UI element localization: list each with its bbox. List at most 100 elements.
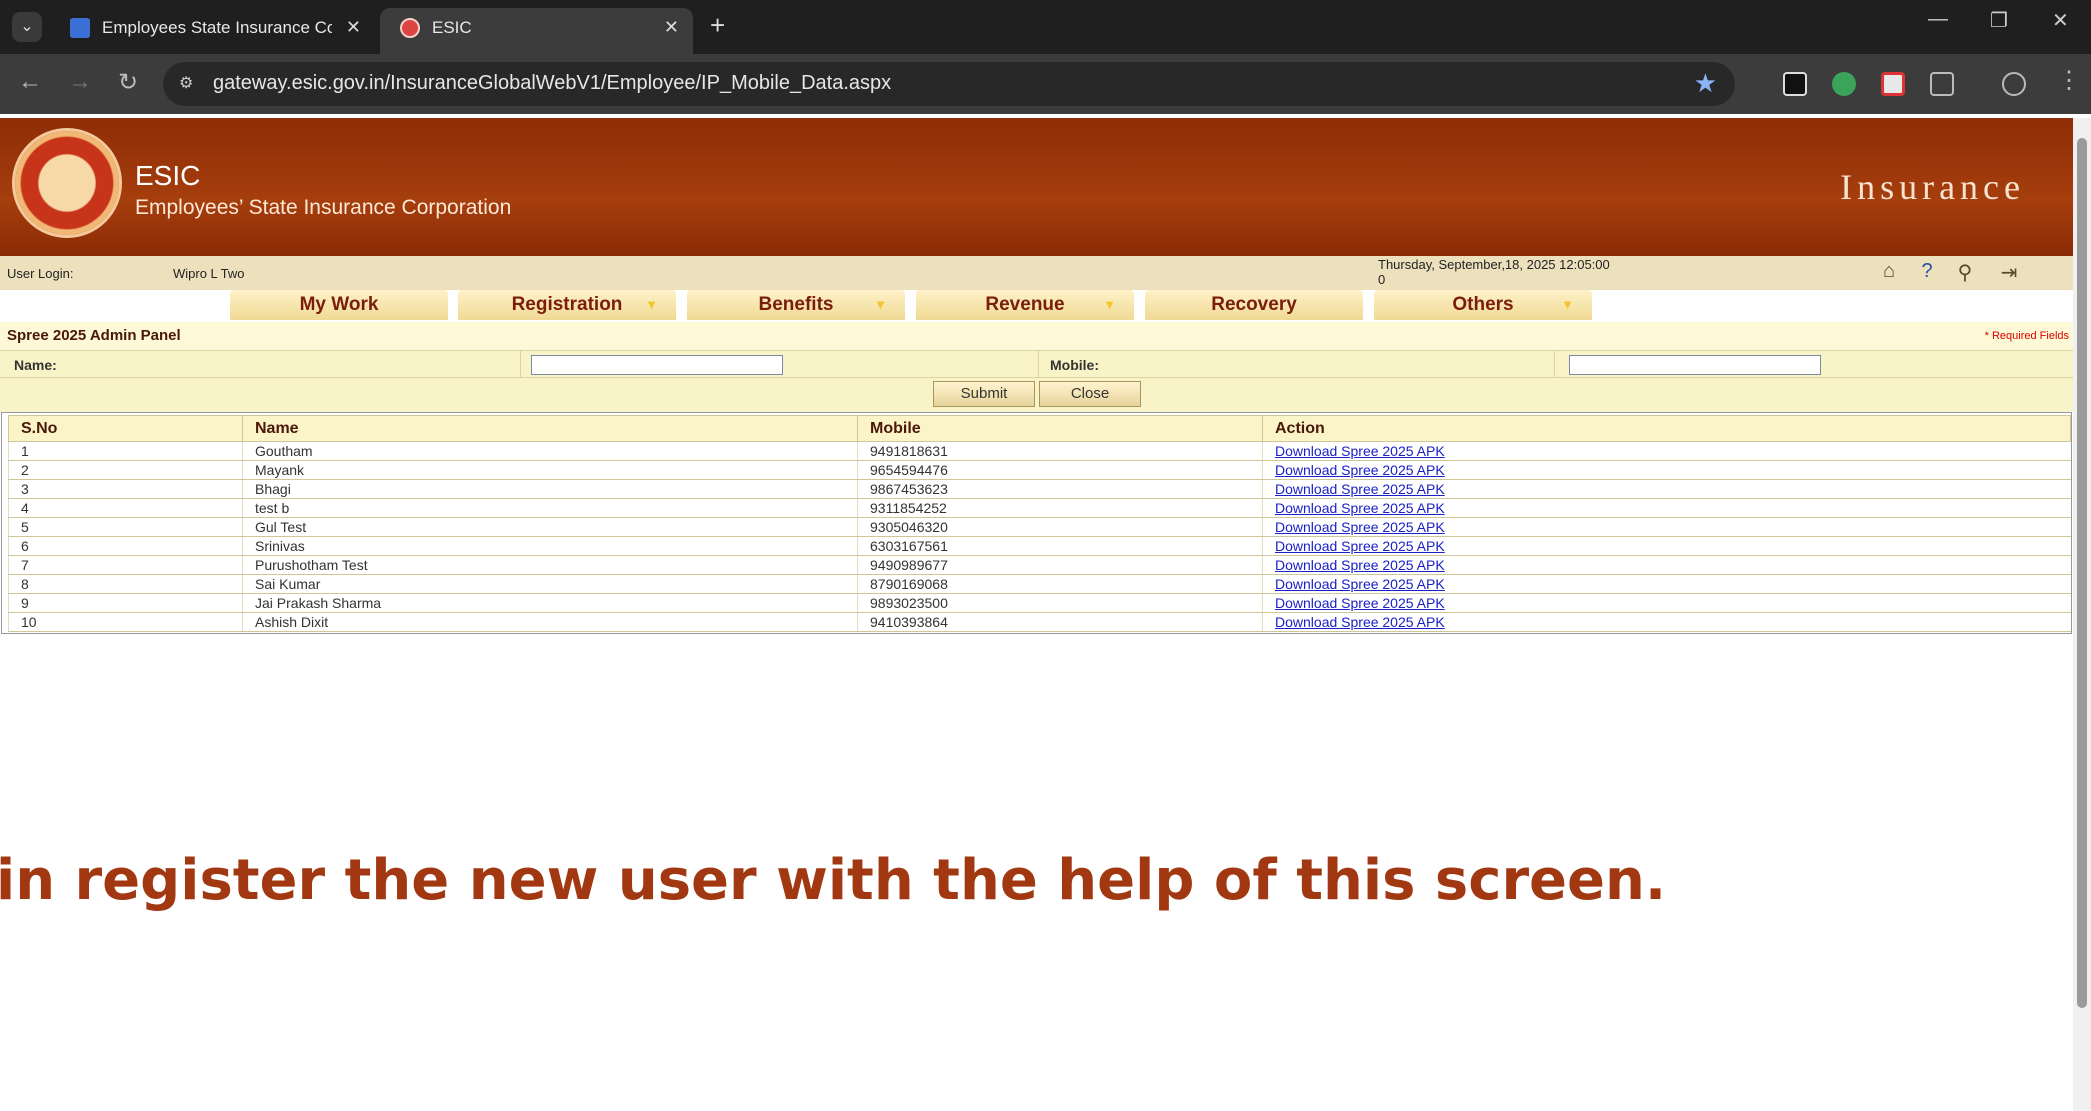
menu-label: Registration <box>511 294 623 315</box>
menu-label: Recovery <box>1211 294 1297 315</box>
table-row: 6 Srinivas 6303167561 Download Spree 2025 A… <box>8 536 2071 556</box>
download-apk-link[interactable]: Download Spree 2025 APK <box>1275 538 1445 554</box>
close-tab-icon[interactable]: ✕ <box>664 8 679 46</box>
site-info-icon[interactable]: ⚙ <box>179 73 193 93</box>
cell-action: Download Spree 2025 APK <box>1262 536 2071 556</box>
cell-mobile: 9893023500 <box>857 593 1263 613</box>
menu-benefits[interactable]: Benefits ▼ <box>687 290 905 320</box>
cell-action: Download Spree 2025 APK <box>1262 479 2071 499</box>
cell-name: Srinivas <box>242 536 858 556</box>
cell-name: Sai Kumar <box>242 574 858 594</box>
column-header-mobile: Mobile <box>857 415 1263 442</box>
forward-arrow-icon[interactable]: → <box>68 68 92 96</box>
download-apk-link[interactable]: Download Spree 2025 APK <box>1275 614 1445 630</box>
required-fields-note: * Required Fields <box>1984 330 2069 342</box>
url-text[interactable]: gateway.esic.gov.in/InsuranceGlobalWebV1… <box>213 72 891 95</box>
browser-menu-icon[interactable]: ⋮ <box>2057 66 2081 95</box>
menu-my-work[interactable]: My Work <box>230 290 448 320</box>
address-bar[interactable]: ⚙ gateway.esic.gov.in/InsuranceGlobalWeb… <box>163 62 1735 106</box>
menu-recovery[interactable]: Recovery <box>1145 290 1363 320</box>
form-divider <box>1038 351 1039 379</box>
datetime-line-1: Thursday, September,18, 2025 12:05:00 <box>1378 257 1610 272</box>
menu-revenue[interactable]: Revenue ▼ <box>916 290 1134 320</box>
form-divider <box>520 351 521 379</box>
download-apk-link[interactable]: Download Spree 2025 APK <box>1275 595 1445 611</box>
extensions-puzzle-icon[interactable] <box>1930 72 1954 96</box>
browser-tab-strip: ⌄ Employees State Insurance Corp ✕ ESIC … <box>0 0 2091 54</box>
cell-sno: 6 <box>8 536 243 556</box>
esic-logo <box>12 128 122 238</box>
tab-title: ESIC <box>432 17 472 37</box>
submit-button[interactable]: Submit <box>933 381 1035 407</box>
column-header-name: Name <box>242 415 858 442</box>
extension-3-icon[interactable] <box>1881 72 1905 96</box>
menu-label: Revenue <box>985 294 1065 315</box>
datetime-line-2: 0 <box>1378 272 1386 287</box>
search-form-row: Name: Mobile: <box>0 350 2073 379</box>
close-tab-icon[interactable]: ✕ <box>346 8 361 46</box>
new-tab-plus-icon[interactable]: + <box>710 10 725 41</box>
name-input[interactable] <box>531 355 783 375</box>
download-apk-link[interactable]: Download Spree 2025 APK <box>1275 519 1445 535</box>
extension-1-icon[interactable] <box>1783 72 1807 96</box>
menu-registration[interactable]: Registration ▼ <box>458 290 676 320</box>
cell-sno: 2 <box>8 460 243 480</box>
download-apk-link[interactable]: Download Spree 2025 APK <box>1275 576 1445 592</box>
cell-mobile: 9410393864 <box>857 612 1263 632</box>
cell-sno: 9 <box>8 593 243 613</box>
download-apk-link[interactable]: Download Spree 2025 APK <box>1275 481 1445 497</box>
browser-tab-2[interactable]: ESIC ✕ <box>380 8 693 54</box>
mobile-input[interactable] <box>1569 355 1821 375</box>
logout-icon[interactable]: ⇥ <box>1992 260 2026 286</box>
download-apk-link[interactable]: Download Spree 2025 APK <box>1275 557 1445 573</box>
table-row: 10 Ashish Dixit 9410393864 Download Spree 2… <box>8 612 2071 632</box>
close-button[interactable]: Close <box>1039 381 1141 407</box>
tab-title: Employees State Insurance Corp <box>102 17 332 37</box>
user-login-value: Wipro L Two <box>173 266 245 281</box>
tab-search-chevron-icon[interactable]: ⌄ <box>12 12 42 42</box>
reload-icon[interactable]: ↻ <box>118 68 138 97</box>
mobile-label: Mobile: <box>1050 357 1099 373</box>
cell-mobile: 9311854252 <box>857 498 1263 518</box>
module-title: Insurance <box>1840 167 2025 207</box>
cell-name: Bhagi <box>242 479 858 499</box>
brand-short-name: ESIC <box>135 160 201 191</box>
download-apk-link[interactable]: Download Spree 2025 APK <box>1275 443 1445 459</box>
cell-name: Jai Prakash Sharma <box>242 593 858 613</box>
download-apk-link[interactable]: Download Spree 2025 APK <box>1275 500 1445 516</box>
table-row: 8 Sai Kumar 8790169068 Download Spree 2025 … <box>8 574 2071 594</box>
cell-sno: 3 <box>8 479 243 499</box>
menu-label: My Work <box>299 294 379 315</box>
extension-2-icon[interactable] <box>1832 72 1856 96</box>
browser-tab-1[interactable]: Employees State Insurance Corp ✕ <box>50 8 375 54</box>
scrollbar-thumb[interactable] <box>2077 138 2087 1008</box>
table-row: 3 Bhagi 9867453623 Download Spree 2025 APK <box>8 479 2071 499</box>
cell-mobile: 9867453623 <box>857 479 1263 499</box>
search-icon[interactable]: ⚲ <box>1952 260 1978 286</box>
cell-name: Mayank <box>242 460 858 480</box>
dropdown-arrow-icon: ▼ <box>1561 297 1574 312</box>
home-icon[interactable]: ⌂ <box>1876 260 1902 286</box>
minimize-icon[interactable]: — <box>1928 8 1948 31</box>
page-scrollbar[interactable] <box>2073 118 2091 1111</box>
profile-icon[interactable] <box>2002 72 2026 96</box>
table-row: 2 Mayank 9654594476 Download Spree 2025 APK <box>8 460 2071 480</box>
back-arrow-icon[interactable]: ← <box>18 68 42 96</box>
help-icon[interactable]: ? <box>1914 260 1940 286</box>
download-apk-link[interactable]: Download Spree 2025 APK <box>1275 462 1445 478</box>
restore-icon[interactable]: ❐ <box>1990 8 2008 33</box>
cell-sno: 4 <box>8 498 243 518</box>
name-label: Name: <box>14 357 57 373</box>
table-body: 1 Goutham 9491818631 Download Spree 2025 AP… <box>8 441 2071 632</box>
cell-name: Goutham <box>242 441 858 461</box>
cell-action: Download Spree 2025 APK <box>1262 441 2071 461</box>
cell-action: Download Spree 2025 APK <box>1262 555 2071 575</box>
cell-sno: 8 <box>8 574 243 594</box>
bookmark-star-icon[interactable]: ★ <box>1694 68 1717 99</box>
panel-header: Spree 2025 Admin Panel * Required Fields <box>0 322 2073 350</box>
cell-action: Download Spree 2025 APK <box>1262 498 2071 518</box>
window-close-icon[interactable]: ✕ <box>2052 8 2069 33</box>
tutorial-caption: in register the new user with the help o… <box>0 848 1667 913</box>
cell-name: test b <box>242 498 858 518</box>
menu-others[interactable]: Others ▼ <box>1374 290 1592 320</box>
